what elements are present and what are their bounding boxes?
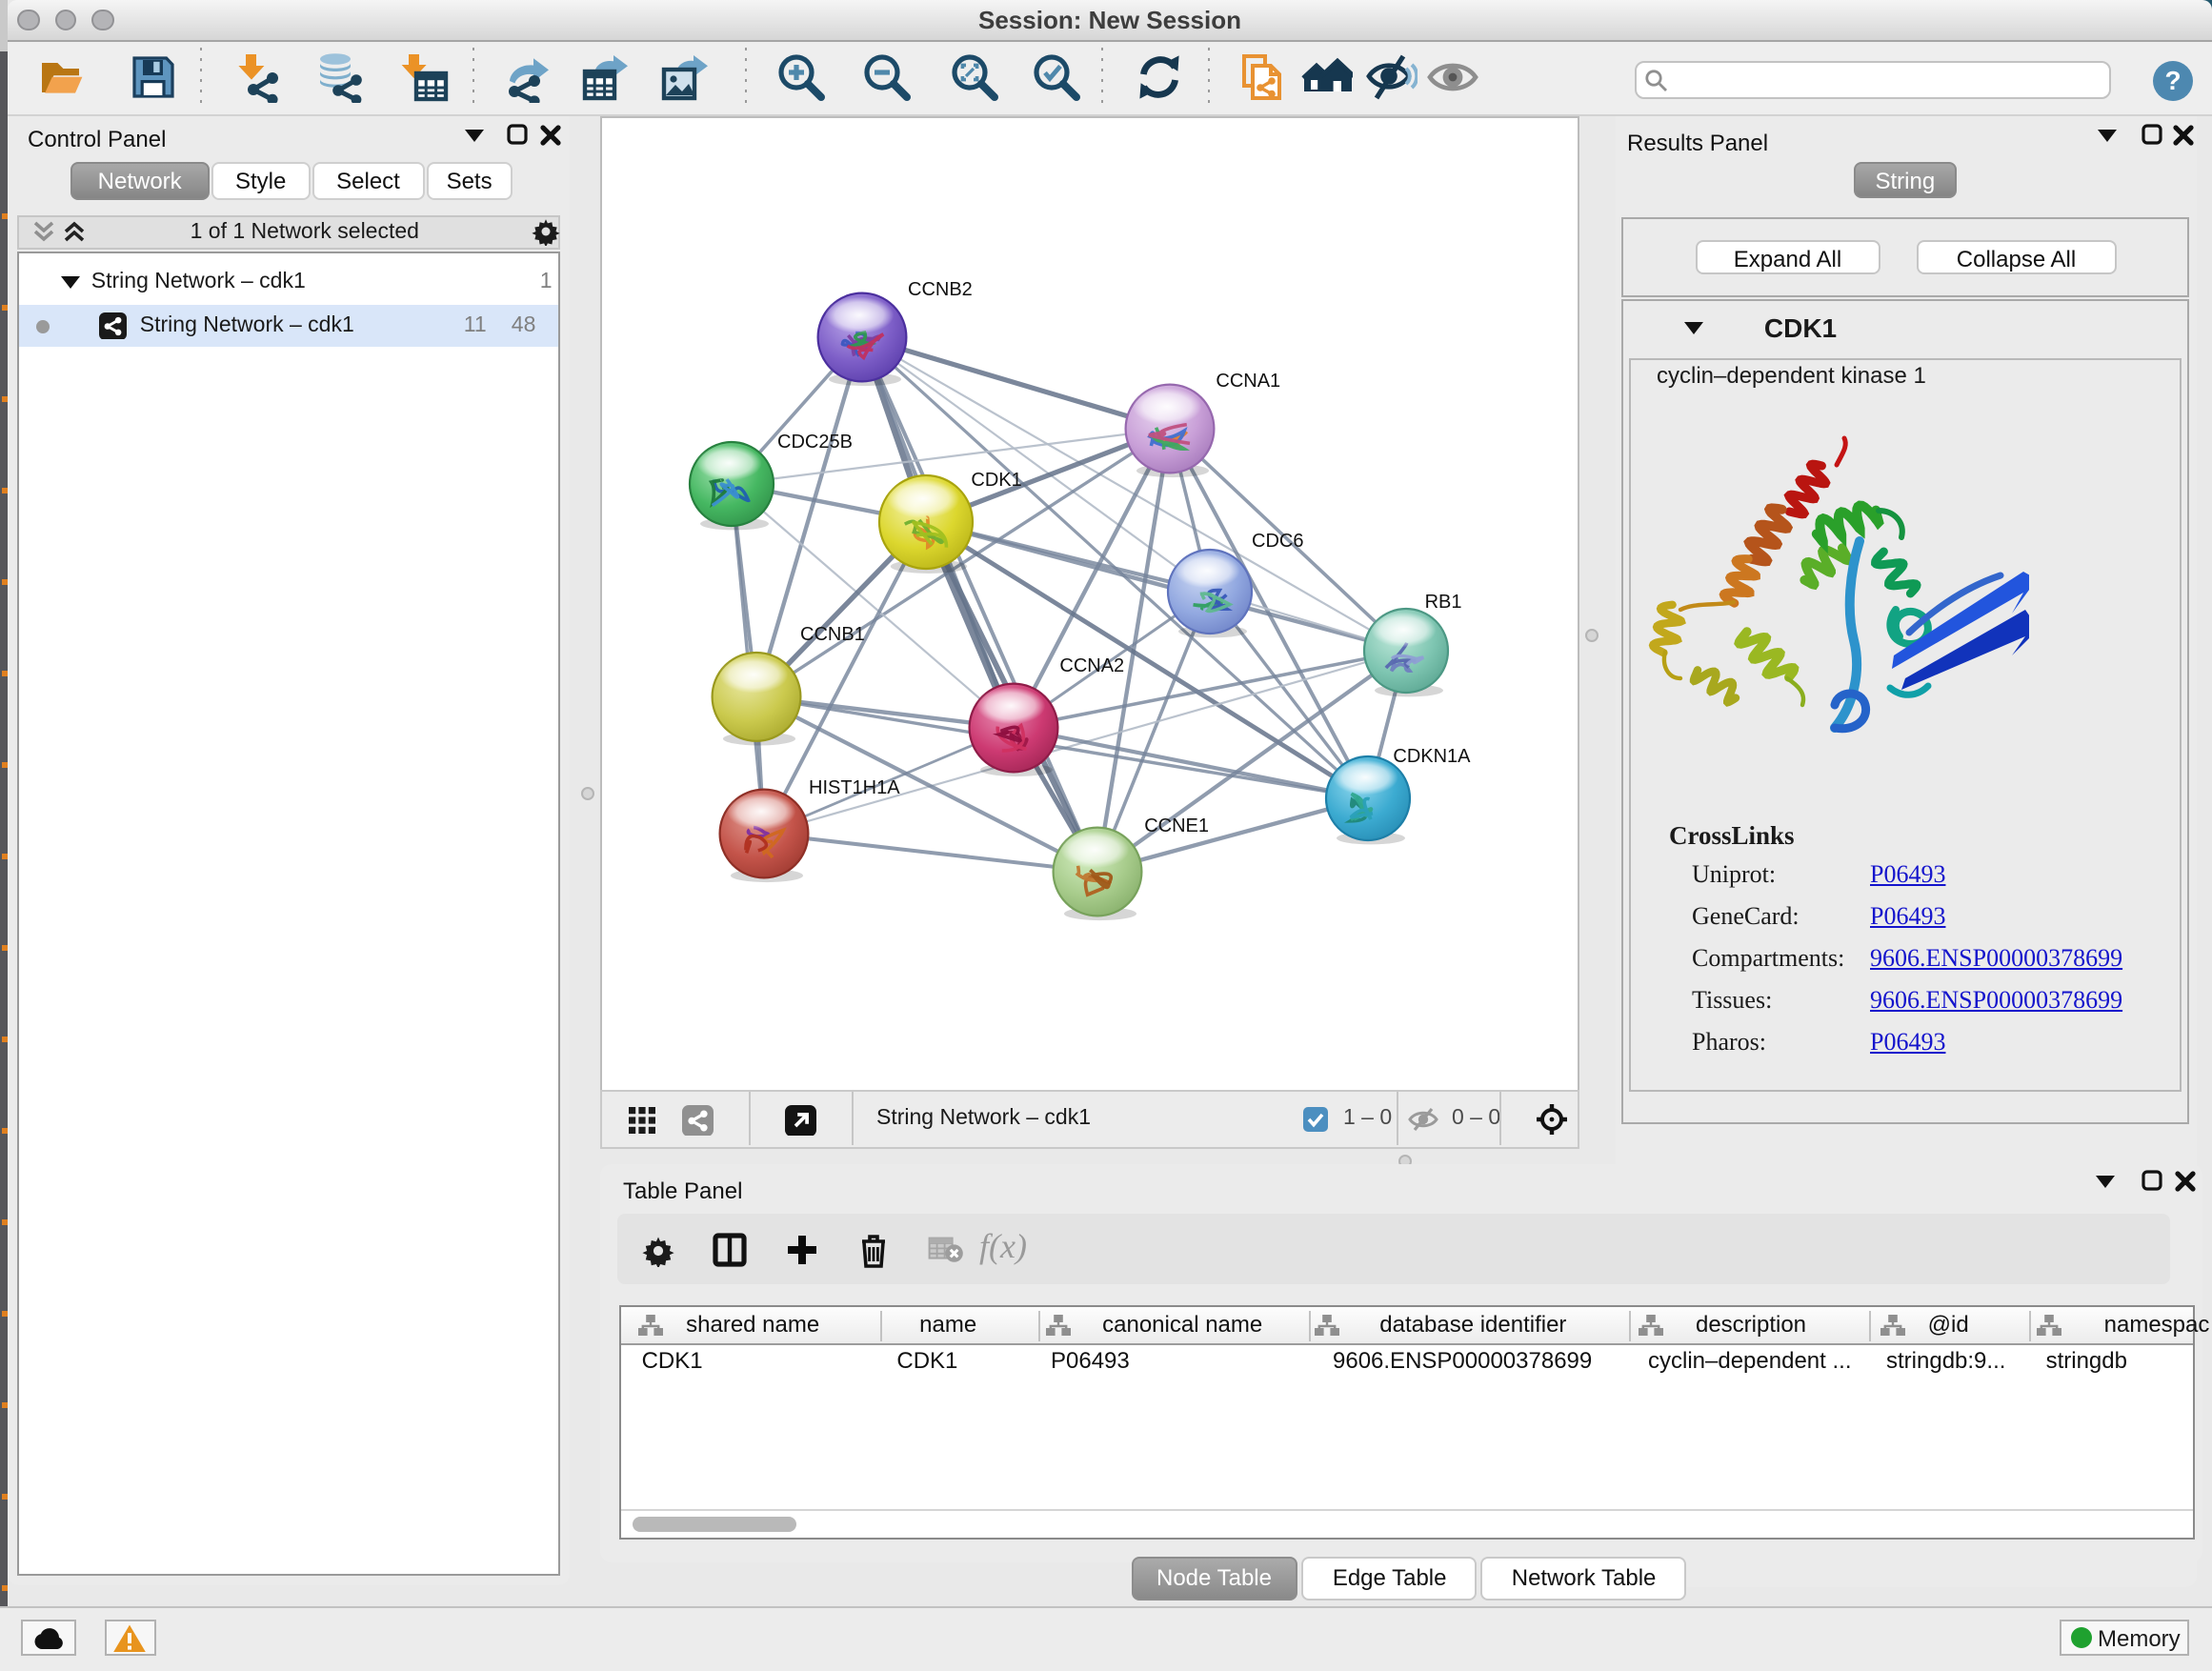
svg-text:CCNE1: CCNE1: [1144, 815, 1209, 836]
svg-text:CCNB2: CCNB2: [908, 279, 973, 300]
svg-text:RB1: RB1: [1425, 592, 1462, 613]
svg-text:CDC6: CDC6: [1252, 531, 1303, 552]
svg-text:CDC25B: CDC25B: [777, 432, 853, 453]
svg-text:CCNA1: CCNA1: [1216, 371, 1280, 392]
svg-text:CCNA2: CCNA2: [1059, 655, 1124, 676]
svg-text:CDKN1A: CDKN1A: [1393, 746, 1471, 767]
svg-text:HIST1H1A: HIST1H1A: [809, 777, 900, 798]
svg-text:CDK1: CDK1: [971, 470, 1021, 491]
svg-text:CCNB1: CCNB1: [800, 624, 865, 645]
